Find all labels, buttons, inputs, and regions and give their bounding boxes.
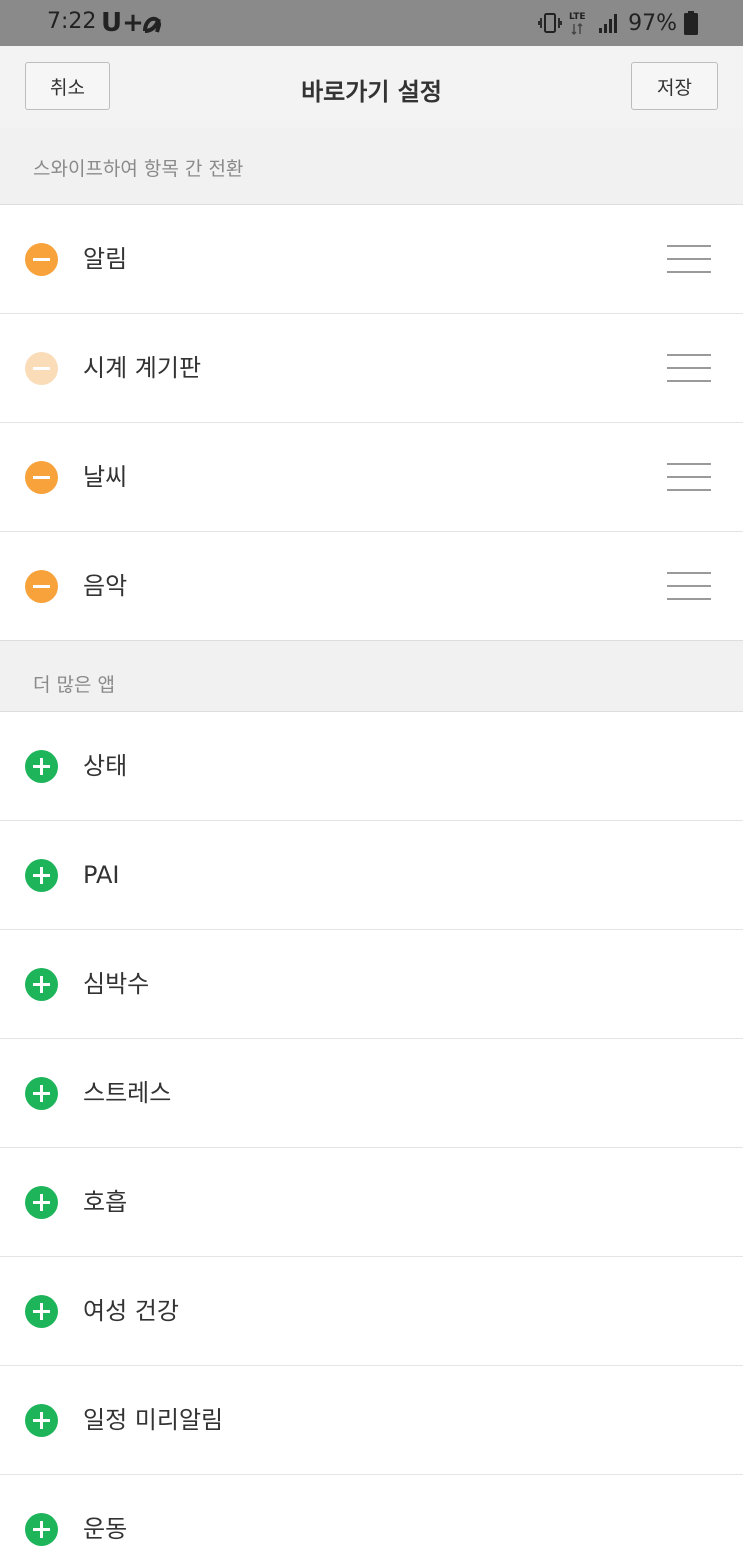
header-bar: 취소 바로가기 설정 저장 <box>0 46 743 128</box>
row-label: 상태 <box>83 752 128 780</box>
row-label: PAI <box>83 861 120 889</box>
app-row-stress: 스트레스 <box>0 1039 743 1148</box>
minus-circle-icon[interactable] <box>25 570 58 603</box>
app-row-breathing: 호흡 <box>0 1148 743 1257</box>
shortcut-row-weather: 날씨 <box>0 423 743 532</box>
minus-circle-icon <box>25 352 58 385</box>
minus-circle-icon[interactable] <box>25 461 58 494</box>
row-label: 알림 <box>83 245 128 273</box>
plus-circle-icon[interactable] <box>25 750 58 783</box>
carrier-text: U+ <box>101 8 144 35</box>
app-row-womens-health: 여성 건강 <box>0 1257 743 1366</box>
carrier-logo-icon: U+ <box>101 8 162 35</box>
minus-circle-icon[interactable] <box>25 243 58 276</box>
signal-icon <box>599 14 618 33</box>
vibrate-icon <box>538 13 562 33</box>
drag-handle-icon[interactable] <box>667 463 711 492</box>
drag-handle-icon[interactable] <box>667 354 711 383</box>
plus-circle-icon[interactable] <box>25 1186 58 1219</box>
row-label: 호흡 <box>83 1188 128 1216</box>
row-label: 스트레스 <box>83 1079 172 1107</box>
status-time: 7:22 <box>47 9 97 34</box>
status-bar: 7:22 U+ LTE 97% <box>0 0 743 46</box>
section-label: 스와이프하여 항목 간 전환 <box>33 158 244 180</box>
svg-text:LTE: LTE <box>569 12 586 22</box>
save-button[interactable]: 저장 <box>631 62 718 110</box>
shortcut-row-notification: 알림 <box>0 205 743 314</box>
row-label: 여성 건강 <box>83 1297 179 1325</box>
row-label: 시계 계기판 <box>83 354 202 382</box>
app-row-heart-rate: 심박수 <box>0 930 743 1039</box>
row-label: 음악 <box>83 572 128 600</box>
row-label: 운동 <box>83 1515 128 1543</box>
shortcut-row-watchface: 시계 계기판 <box>0 314 743 423</box>
row-label: 일정 미리알림 <box>83 1406 224 1434</box>
plus-circle-icon[interactable] <box>25 968 58 1001</box>
plus-circle-icon[interactable] <box>25 859 58 892</box>
plus-circle-icon[interactable] <box>25 1077 58 1110</box>
app-row-status: 상태 <box>0 712 743 821</box>
status-icons: LTE 97% <box>538 7 699 39</box>
shortcut-row-music: 음악 <box>0 532 743 641</box>
plus-circle-icon[interactable] <box>25 1295 58 1328</box>
plus-circle-icon[interactable] <box>25 1404 58 1437</box>
battery-icon <box>684 11 698 35</box>
app-row-pai: PAI <box>0 821 743 930</box>
drag-handle-icon[interactable] <box>667 572 711 601</box>
app-row-workout: 운동 <box>0 1475 743 1546</box>
row-label: 심박수 <box>83 970 150 998</box>
app-row-schedule-reminder: 일정 미리알림 <box>0 1366 743 1475</box>
row-label: 날씨 <box>83 463 128 491</box>
section-label: 더 많은 앱 <box>33 674 115 696</box>
battery-percent: 97% <box>628 10 677 36</box>
drag-handle-icon[interactable] <box>667 245 711 274</box>
plus-circle-icon[interactable] <box>25 1513 58 1546</box>
section-header-more: 더 많은 앱 <box>0 640 743 712</box>
lte-wifi-icon: LTE <box>569 12 586 35</box>
section-header-active: 스와이프하여 항목 간 전환 <box>0 128 743 205</box>
